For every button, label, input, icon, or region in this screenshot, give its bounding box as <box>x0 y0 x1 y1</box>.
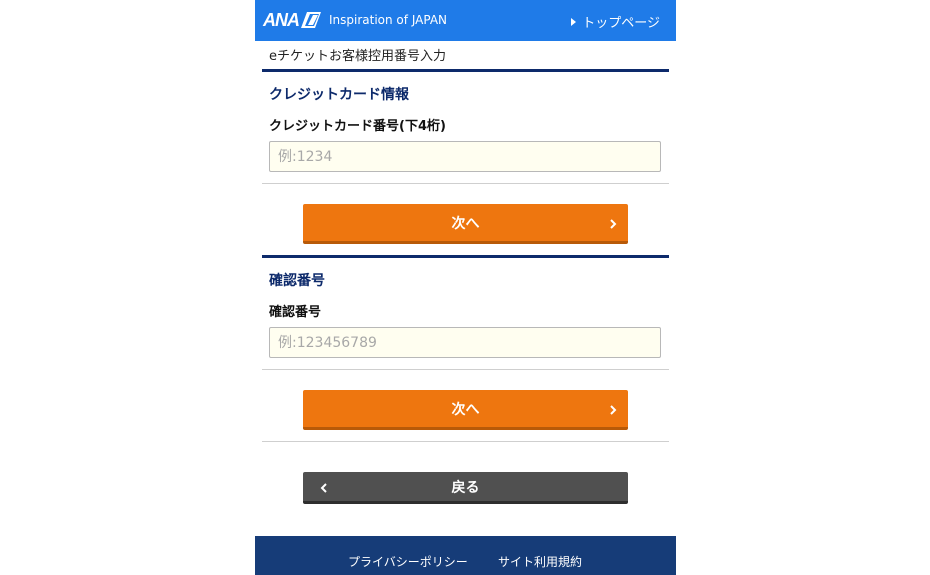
divider <box>262 369 669 370</box>
section-divider <box>262 255 669 258</box>
page-title: eチケットお客様控用番号入力 <box>269 49 446 64</box>
credit-card-number-label: クレジットカード番号(下4桁) <box>269 119 446 134</box>
logo-stripes-icon <box>301 12 321 28</box>
terms-of-use-link[interactable]: サイト利用規約 <box>498 553 582 570</box>
ana-logo[interactable]: ANA Inspiration of JAPAN <box>263 9 447 31</box>
credit-card-number-input[interactable] <box>269 141 661 172</box>
footer: プライバシーポリシー サイト利用規約 <box>255 536 676 575</box>
confirmation-section-title: 確認番号 <box>269 273 325 289</box>
top-page-link-label: トップページ <box>582 16 660 31</box>
section-divider <box>262 69 669 72</box>
privacy-policy-link[interactable]: プライバシーポリシー <box>348 553 468 570</box>
logo-tagline: Inspiration of JAPAN <box>329 13 448 27</box>
back-button-label: 戻る <box>451 479 480 496</box>
next-button-label: 次へ <box>451 215 480 232</box>
back-button[interactable]: 戻る <box>303 472 628 504</box>
chevron-right-icon <box>610 219 617 229</box>
credit-card-section-title: クレジットカード情報 <box>269 87 409 103</box>
chevron-left-icon <box>320 483 327 493</box>
header-bar: ANA Inspiration of JAPAN トップページ <box>255 0 676 41</box>
page: ANA Inspiration of JAPAN トップページ eチケットお客様… <box>255 0 676 575</box>
credit-card-next-button[interactable]: 次へ <box>303 204 628 244</box>
next-button-label: 次へ <box>451 401 480 418</box>
confirmation-number-input[interactable] <box>269 327 661 358</box>
divider <box>262 441 669 442</box>
top-page-link[interactable]: トップページ <box>571 12 660 31</box>
triangle-right-icon <box>571 17 577 26</box>
confirmation-next-button[interactable]: 次へ <box>303 390 628 430</box>
logo-text: ANA <box>263 9 300 30</box>
divider <box>262 183 669 184</box>
confirmation-number-label: 確認番号 <box>269 305 322 320</box>
chevron-right-icon <box>610 405 617 415</box>
